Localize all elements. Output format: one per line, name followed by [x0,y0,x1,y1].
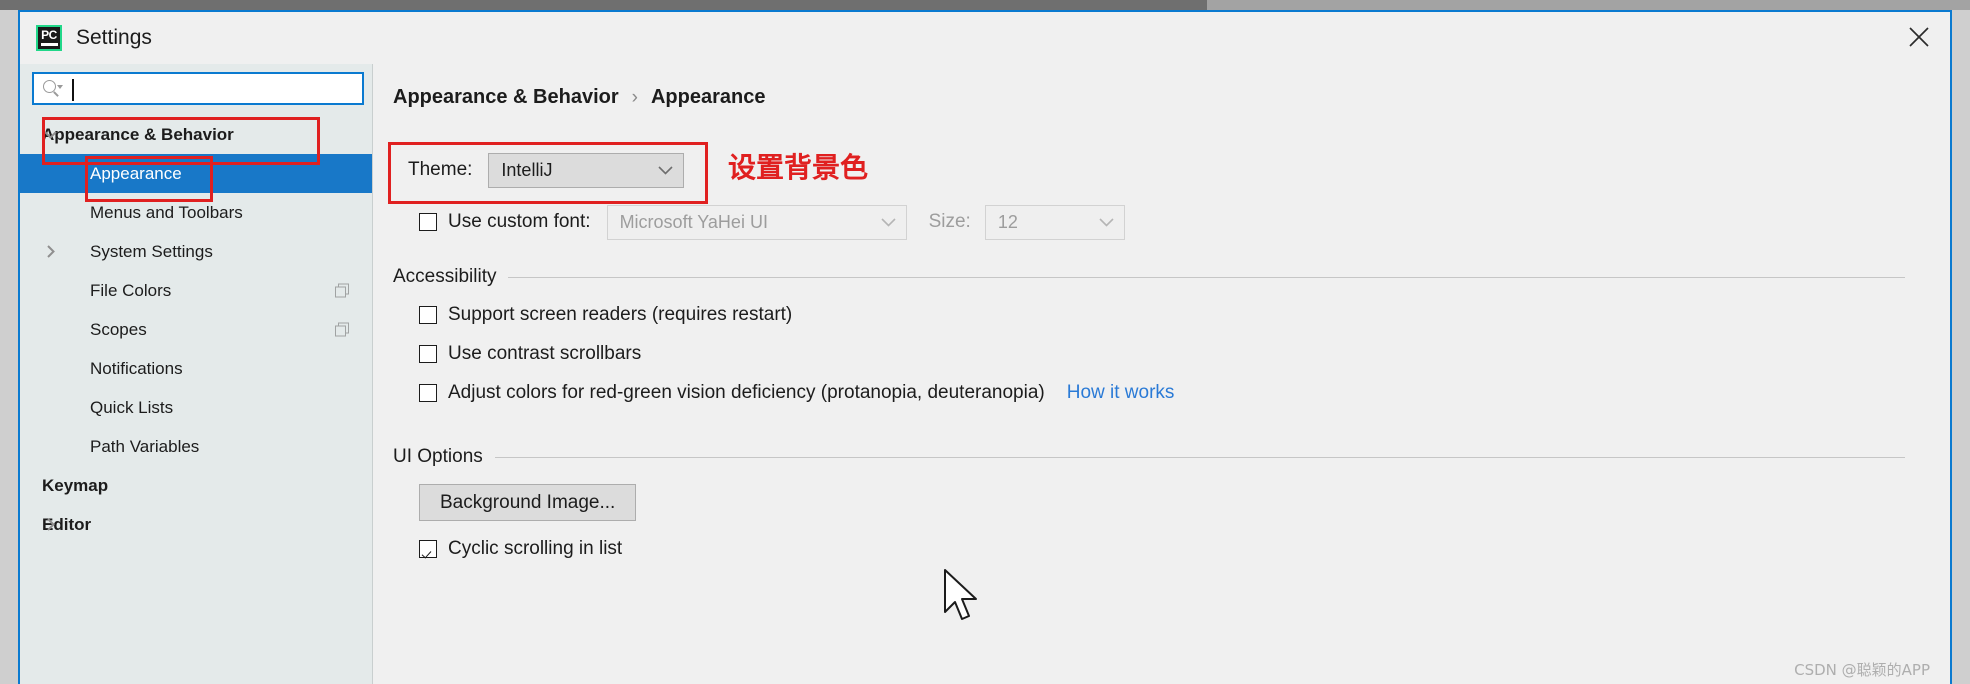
sidebar-item-keymap[interactable]: Keymap [20,466,372,505]
search-box[interactable] [32,72,364,105]
search-text-caret [72,79,74,101]
use-contrast-scrollbars-checkbox[interactable] [419,345,437,363]
settings-content: Appearance & Behavior › Appearance Theme… [373,64,1950,684]
cyclic-scrolling-label: Cyclic scrolling in list [448,538,623,559]
appearance-settings-panel: Theme: IntelliJ Use custom font: Microso… [373,126,1950,684]
theme-select-value: IntelliJ [501,159,553,180]
font-size-select[interactable]: 12 [984,204,1125,240]
copy-icon[interactable] [335,283,350,298]
breadcrumb-separator-icon: › [631,86,638,108]
cyclic-scrolling-checkbox[interactable] [419,540,437,558]
adjust-colors-label: Adjust colors for red-green vision defic… [448,382,1045,403]
pycharm-icon-text: PC [41,28,57,42]
ui-options-group-header: UI Options [393,446,1905,468]
cyclic-scrolling-row[interactable]: Cyclic scrolling in list [419,538,622,560]
sidebar-item-scopes[interactable]: Scopes [20,310,372,349]
search-area [20,64,372,105]
search-input[interactable] [67,74,362,103]
support-screen-readers-checkbox[interactable] [419,306,437,324]
chevron-down-icon [1099,217,1114,227]
close-icon [1909,27,1929,47]
close-button[interactable] [1888,12,1950,62]
font-family-value: Microsoft YaHei UI [619,211,768,232]
watermark: CSDN @聪颖的APP [1794,661,1930,679]
font-family-select[interactable]: Microsoft YaHei UI [606,204,907,240]
font-size-value: 12 [997,211,1018,232]
ui-options-divider [494,456,1905,458]
settings-tree: Appearance & Behavior Appearance Menus and… [20,115,372,544]
settings-dialog: PC Settings Appearance & Behavior Appear… [18,10,1952,684]
annotation-note-text: 设置背景色 [728,151,869,184]
breadcrumb: Appearance & Behavior › Appearance [393,86,765,109]
settings-sidebar: Appearance & Behavior Appearance Menus and… [20,64,373,684]
sidebar-item-appearance-behavior[interactable]: Appearance & Behavior [20,115,372,154]
accessibility-divider [508,276,1905,278]
chevron-down-icon [880,217,896,227]
how-it-works-link[interactable]: How it works [1067,382,1175,404]
mouse-cursor-icon [944,569,977,620]
background-image-button-label: Background Image... [440,491,616,513]
sidebar-item-quick-lists[interactable]: Quick Lists [20,388,372,427]
window-title: Settings [76,26,152,49]
theme-row: Theme: IntelliJ [408,148,685,192]
chevron-down-icon [658,165,673,175]
title-bar: PC Settings [20,12,1950,64]
sidebar-item-label: Notifications [90,358,183,378]
adjust-colors-checkbox[interactable] [419,384,437,402]
sidebar-item-menus-and-toolbars[interactable]: Menus and Toolbars [20,193,372,232]
sidebar-item-label: Appearance & Behavior [42,124,234,144]
ui-options-title: UI Options [393,446,483,467]
breadcrumb-current: Appearance [650,86,766,108]
accessibility-group-header: Accessibility [393,266,1905,288]
use-custom-font-checkbox[interactable] [419,213,437,231]
sidebar-item-notifications[interactable]: Notifications [20,349,372,388]
font-size-label: Size: [928,211,971,232]
sidebar-item-label: System Settings [90,241,213,261]
sidebar-item-path-variables[interactable]: Path Variables [20,427,372,466]
use-contrast-scrollbars-label: Use contrast scrollbars [448,343,642,364]
dialog-body: Appearance & Behavior Appearance Menus and… [20,64,1950,684]
sidebar-item-label: File Colors [90,280,172,300]
sidebar-item-label: Menus and Toolbars [90,202,243,222]
chevron-right-icon[interactable] [42,517,58,533]
background-image-button[interactable]: Background Image... [419,484,637,521]
pycharm-icon: PC [36,25,62,51]
use-custom-font-label: Use custom font: [448,211,591,232]
sidebar-item-file-colors[interactable]: File Colors [20,271,372,310]
sidebar-item-system-settings[interactable]: System Settings [20,232,372,271]
support-screen-readers-label: Support screen readers (requires restart… [448,304,793,325]
theme-label: Theme: [408,159,473,180]
copy-icon[interactable] [335,322,350,337]
accessibility-option-2[interactable]: Adjust colors for red-green vision defic… [419,382,1174,404]
accessibility-title: Accessibility [393,266,497,287]
chevron-down-icon[interactable] [42,127,58,143]
sidebar-item-editor[interactable]: Editor [20,505,372,544]
sidebar-item-label: Appearance [90,163,182,183]
sidebar-item-label: Quick Lists [90,397,174,417]
sidebar-item-label: Scopes [90,319,147,339]
desktop-strip-left [0,0,1207,10]
breadcrumb-parent[interactable]: Appearance & Behavior [393,86,619,109]
sidebar-item-appearance[interactable]: Appearance [20,154,372,193]
sidebar-item-label: Keymap [42,475,109,495]
accessibility-option-1[interactable]: Use contrast scrollbars [419,343,641,365]
theme-select[interactable]: IntelliJ [488,152,685,188]
accessibility-option-0[interactable]: Support screen readers (requires restart… [419,304,792,326]
pycharm-icon-bar [41,43,58,46]
search-icon [42,79,63,98]
sidebar-item-label: Path Variables [90,436,200,456]
chevron-right-icon[interactable] [42,244,58,260]
custom-font-row: Use custom font: Microsoft YaHei UI Size… [419,204,1125,240]
